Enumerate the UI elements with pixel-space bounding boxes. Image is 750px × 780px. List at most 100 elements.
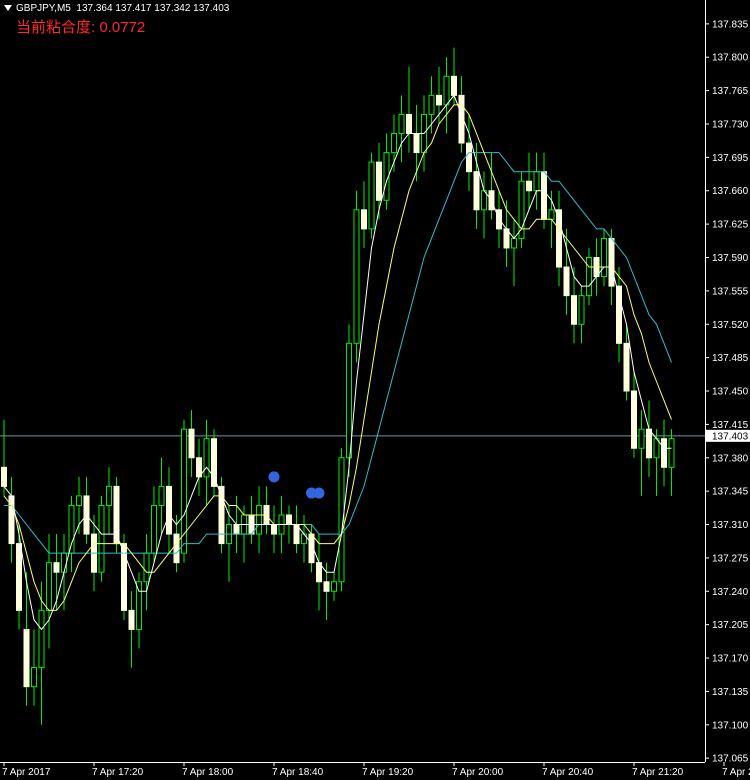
candle-body: [451, 75, 457, 96]
candle-body: [143, 552, 150, 583]
x-tick-label: 7 Apr 17:20: [92, 767, 144, 778]
indicator-label: 当前粘合度:: [16, 19, 96, 36]
candle-body: [76, 495, 82, 506]
candle-body: [173, 533, 180, 564]
candle-body: [16, 543, 22, 611]
candle-body: [166, 485, 172, 535]
candle-body: [203, 438, 210, 478]
y-tick-label: 137.415: [712, 420, 749, 431]
y-tick-label: 137.170: [712, 654, 749, 665]
y-tick-label: 137.065: [712, 754, 749, 765]
price-tag-label: 137.403: [712, 431, 749, 442]
candle-body: [61, 552, 67, 573]
x-tick-label: 7 Apr 19:20: [362, 767, 414, 778]
candle-body: [436, 94, 442, 106]
candle-body: [526, 180, 532, 192]
candle-body: [541, 171, 547, 220]
candle-body: [473, 171, 480, 211]
indicator-value: 0.0772: [99, 19, 146, 36]
ohlc-readout: 137.364 137.417 137.342 137.403: [76, 3, 230, 14]
symbol-label: GBPJPY,M5: [16, 3, 71, 14]
candle-body: [398, 113, 405, 135]
y-tick-label: 137.240: [712, 587, 749, 598]
candle-body: [136, 581, 142, 630]
candle-body: [571, 295, 577, 325]
candle-body: [286, 514, 292, 526]
candle-body: [346, 342, 352, 459]
candle-body: [443, 75, 450, 106]
y-tick-label: 137.275: [712, 553, 749, 564]
candle-body: [23, 628, 30, 688]
candle-body: [661, 438, 667, 468]
candle-body: [586, 256, 592, 297]
y-tick-label: 137.450: [712, 387, 749, 398]
candle-body: [1, 466, 7, 487]
candle-body: [38, 609, 45, 669]
y-tick-label: 137.660: [712, 186, 749, 197]
y-tick-label: 137.590: [712, 253, 749, 264]
candle-body: [46, 562, 52, 611]
y-tick-label: 137.380: [712, 453, 749, 464]
y-tick-label: 137.800: [712, 53, 749, 64]
y-tick-label: 137.695: [712, 153, 749, 164]
candle-body: [548, 209, 555, 220]
candle-body: [563, 266, 570, 297]
x-tick-label: 7 Apr 21:20: [632, 767, 684, 778]
y-tick-label: 137.625: [712, 220, 749, 231]
price-chart[interactable]: 137.835 137.800 137.765 137.730 137.695 137.6…: [0, 0, 750, 780]
candle-body: [31, 667, 37, 688]
candle-body: [158, 485, 165, 506]
y-tick-label: 137.310: [712, 520, 749, 531]
candle-body: [638, 428, 645, 449]
x-tick-label: 7 Apr 20:40: [542, 767, 594, 778]
chart-header: GBPJPY,M5 137.364 137.417 137.342 137.40…: [4, 3, 229, 14]
candle-body: [106, 485, 112, 506]
y-tick-label: 137.730: [712, 119, 749, 130]
x-tick-label: 7 Apr 22:00: [722, 767, 750, 778]
candle-body: [323, 581, 330, 592]
y-tick-label: 137.135: [712, 687, 749, 698]
candle-body: [518, 180, 525, 239]
signal-dot: [313, 487, 325, 499]
candle-body: [271, 524, 277, 535]
candle-body: [376, 161, 382, 201]
y-tick-label: 137.345: [712, 487, 749, 498]
y-tick-label: 137.100: [712, 720, 749, 731]
candle-body: [631, 390, 637, 449]
candle-body: [623, 342, 630, 392]
candle-body: [413, 133, 420, 154]
ma-slow-line: [4, 152, 672, 554]
candle-body: [533, 171, 540, 192]
candle-body: [608, 237, 615, 287]
candle-body: [53, 562, 60, 573]
y-tick-label: 137.520: [712, 320, 749, 331]
candle-body: [256, 504, 262, 535]
candle-body: [151, 504, 157, 554]
y-tick-label: 137.555: [712, 286, 749, 297]
candle-body: [301, 533, 307, 545]
y-tick-label: 137.205: [712, 620, 749, 631]
x-tick-label: 7 Apr 20:00: [452, 767, 504, 778]
candle-body: [428, 94, 435, 115]
x-tick-label: 7 Apr 18:40: [272, 767, 324, 778]
candle-body: [578, 295, 585, 325]
chevron-down-icon[interactable]: [4, 5, 12, 12]
candle-body: [68, 504, 75, 554]
x-tick-label: 7 Apr 18:00: [182, 767, 234, 778]
candle-body: [188, 428, 195, 459]
candle-body: [368, 161, 375, 230]
y-tick-label: 137.835: [712, 19, 749, 30]
x-tick-label: 7 Apr 2017: [2, 767, 51, 778]
candle-body: [98, 504, 105, 573]
candle-body: [668, 438, 675, 468]
candle-body: [391, 133, 397, 154]
candle-body: [466, 142, 472, 173]
candle-body: [511, 237, 517, 249]
candle-body: [331, 581, 337, 592]
signal-dot: [268, 471, 280, 483]
candle-body: [361, 209, 367, 230]
candle-body: [128, 609, 135, 630]
indicator-readout: 当前粘合度: 0.0772: [16, 16, 145, 37]
candle-body: [353, 209, 360, 344]
candle-body: [406, 113, 412, 135]
